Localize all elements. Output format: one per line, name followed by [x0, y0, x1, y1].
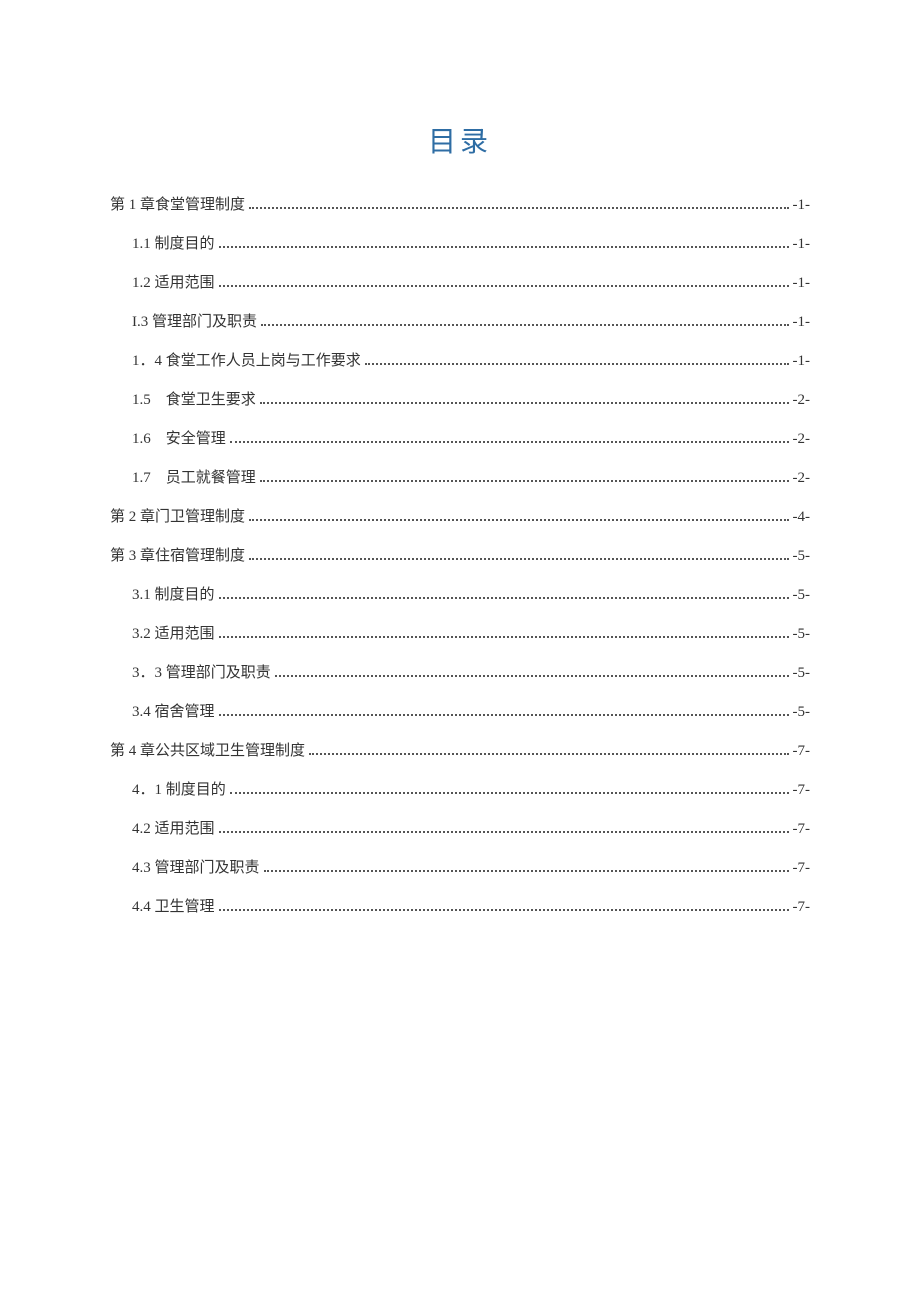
toc-entry: 4.2 适用范围 -7-	[110, 810, 810, 849]
toc-leader-dots	[230, 431, 789, 444]
toc-entry: 第 3 章住宿管理制度 -5-	[110, 537, 810, 576]
toc-entry-page: -5-	[793, 654, 811, 693]
toc-entry-label: 3.1 制度目的	[132, 576, 215, 615]
toc-entry-page: -2-	[793, 381, 811, 420]
toc-leader-dots	[219, 236, 789, 249]
toc-leader-dots	[219, 275, 789, 288]
toc-entry: 3．3 管理部门及职责 -5-	[110, 654, 810, 693]
toc-leader-dots	[249, 548, 788, 561]
toc-entry-page: -1-	[793, 225, 811, 264]
toc-entry-page: -2-	[793, 420, 811, 459]
toc-entry: 3.1 制度目的 -5-	[110, 576, 810, 615]
toc-entry-label: 4．1 制度目的	[132, 771, 226, 810]
toc-entry-label: 第 1 章食堂管理制度	[110, 186, 245, 225]
toc-entry-page: -1-	[793, 342, 811, 381]
toc-entry-page: -2-	[793, 459, 811, 498]
toc-leader-dots	[219, 704, 789, 717]
toc-entry-page: -5-	[793, 537, 811, 576]
toc-entry-label: 1.2 适用范围	[132, 264, 215, 303]
toc-entry-label: 1.6 安全管理	[132, 420, 226, 459]
toc-entry-page: -4-	[793, 498, 811, 537]
toc-list: 第 1 章食堂管理制度-1-1.1 制度目的-1-1.2 适用范围-1-I.3 …	[110, 186, 810, 927]
toc-entry-page: -1-	[793, 303, 811, 342]
toc-entry: 1.2 适用范围 -1-	[110, 264, 810, 303]
toc-entry: 1.1 制度目的 -1-	[110, 225, 810, 264]
toc-leader-dots	[264, 860, 789, 873]
toc-leader-dots	[309, 743, 788, 756]
toc-entry-page: -7-	[793, 888, 811, 927]
toc-leader-dots	[261, 314, 789, 327]
toc-entry: 4．1 制度目的 -7-	[110, 771, 810, 810]
toc-entry-label: 第 2 章门卫管理制度	[110, 498, 245, 537]
toc-title: 目录	[110, 120, 810, 160]
toc-entry: 1.5 食堂卫生要求 -2-	[110, 381, 810, 420]
toc-entry-page: -5-	[793, 693, 811, 732]
toc-entry-label: 1.5 食堂卫生要求	[132, 381, 256, 420]
toc-leader-dots	[260, 470, 789, 483]
toc-leader-dots	[249, 197, 788, 210]
toc-entry-label: 4.4 卫生管理	[132, 888, 215, 927]
toc-entry-page: -7-	[793, 849, 811, 888]
toc-entry: I.3 管理部门及职责 -1-	[110, 303, 810, 342]
toc-entry-page: -7-	[793, 732, 811, 771]
toc-entry: 第 2 章门卫管理制度 -4-	[110, 498, 810, 537]
toc-entry-label: 第 4 章公共区域卫生管理制度	[110, 732, 305, 771]
toc-entry-label: I.3 管理部门及职责	[132, 303, 257, 342]
toc-entry-page: -7-	[793, 771, 811, 810]
toc-entry-label: 1．4 食堂工作人员上岗与工作要求	[132, 342, 361, 381]
toc-entry: 1.6 安全管理 -2-	[110, 420, 810, 459]
toc-entry-label: 3.2 适用范围	[132, 615, 215, 654]
toc-leader-dots	[275, 665, 789, 678]
toc-entry-page: -1-	[793, 186, 811, 225]
toc-entry-page: -1-	[793, 264, 811, 303]
toc-leader-dots	[230, 782, 789, 795]
toc-entry-label: 3．3 管理部门及职责	[132, 654, 271, 693]
toc-entry: 4.4 卫生管理 -7-	[110, 888, 810, 927]
toc-entry: 第 4 章公共区域卫生管理制度 -7-	[110, 732, 810, 771]
toc-entry: 1.7 员工就餐管理 -2-	[110, 459, 810, 498]
toc-leader-dots	[249, 509, 788, 522]
toc-entry-label: 4.2 适用范围	[132, 810, 215, 849]
toc-entry: 第 1 章食堂管理制度 -1-	[110, 186, 810, 225]
toc-entry: 4.3 管理部门及职责 -7-	[110, 849, 810, 888]
toc-leader-dots	[219, 587, 789, 600]
toc-entry-label: 1.7 员工就餐管理	[132, 459, 256, 498]
toc-leader-dots	[219, 821, 789, 834]
toc-entry: 3.2 适用范围 -5-	[110, 615, 810, 654]
toc-entry-label: 3.4 宿舍管理	[132, 693, 215, 732]
toc-entry-page: -5-	[793, 615, 811, 654]
toc-leader-dots	[260, 392, 789, 405]
toc-entry-page: -7-	[793, 810, 811, 849]
toc-leader-dots	[219, 899, 789, 912]
toc-entry-label: 第 3 章住宿管理制度	[110, 537, 245, 576]
toc-entry-label: 1.1 制度目的	[132, 225, 215, 264]
toc-leader-dots	[365, 353, 789, 366]
toc-entry-page: -5-	[793, 576, 811, 615]
toc-entry: 1．4 食堂工作人员上岗与工作要求 -1-	[110, 342, 810, 381]
toc-entry: 3.4 宿舍管理 -5-	[110, 693, 810, 732]
toc-leader-dots	[219, 626, 789, 639]
document-page: 目录 第 1 章食堂管理制度-1-1.1 制度目的-1-1.2 适用范围-1-I…	[0, 0, 920, 987]
toc-entry-label: 4.3 管理部门及职责	[132, 849, 260, 888]
